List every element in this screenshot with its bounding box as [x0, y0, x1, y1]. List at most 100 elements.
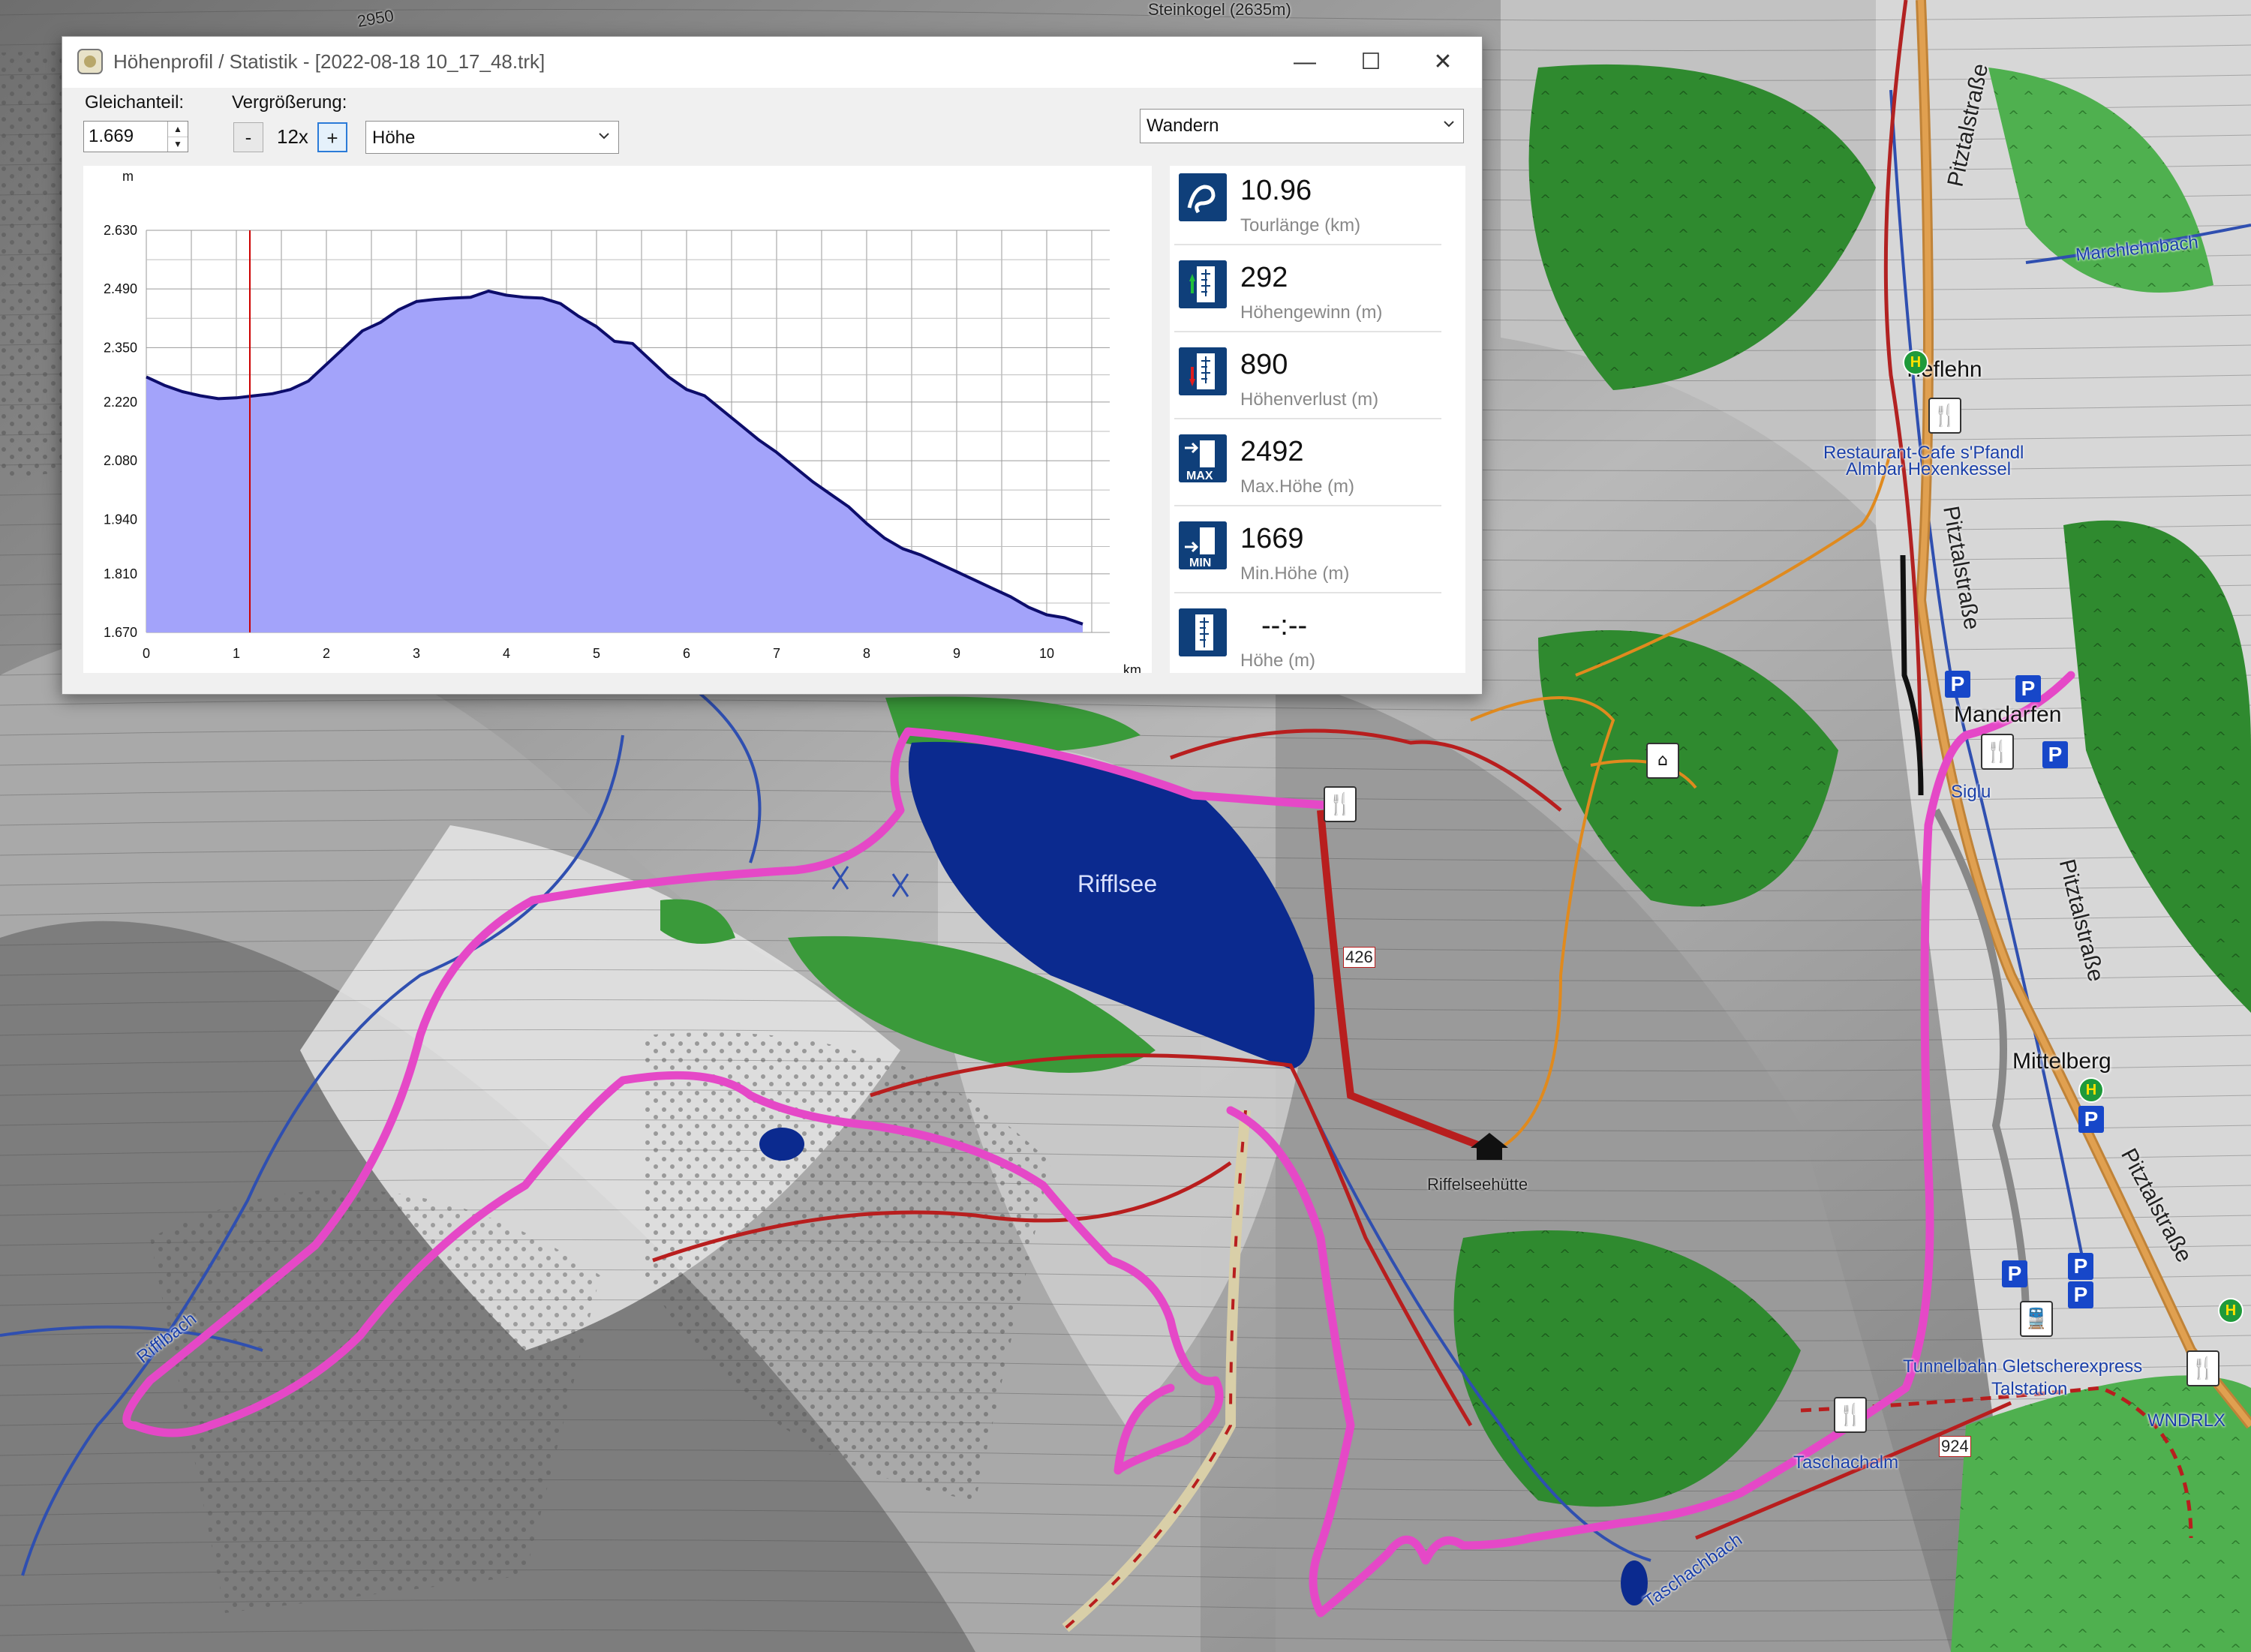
- peak-label-steinkogel: Steinkogel (2635m): [1148, 0, 1291, 19]
- minimize-button[interactable]: —: [1281, 44, 1329, 80]
- elevation-chart-svg[interactable]: m km 1.670 1.810 1.940 2.080 2.220 2.350 2.490…: [83, 166, 1152, 677]
- y-tick-label: 1.670: [104, 625, 137, 640]
- x-tick-label: 8: [863, 646, 870, 661]
- bus-stop-icon: H: [2078, 1077, 2104, 1103]
- y-tick-label: 1.940: [104, 512, 137, 527]
- spin-buttons: ▲ ▼: [167, 122, 188, 152]
- parking-icon: P: [2068, 1281, 2093, 1308]
- y-axis-label: m: [122, 169, 134, 184]
- chevron-down-icon: [599, 133, 609, 140]
- stat-card-elevation-loss: 890 Höhenverlust (m): [1174, 340, 1441, 419]
- poi-label-siglu: Siglu: [1951, 782, 1991, 802]
- y-tick-labels: 1.670 1.810 1.940 2.080 2.220 2.350 2.490 2.630: [104, 223, 137, 640]
- elevation-profile-window: Höhenprofil / Statistik - [2022-08-18 10…: [62, 36, 1483, 695]
- max-height-icon: MAX: [1179, 434, 1227, 482]
- restaurant-icon: 🍴: [1928, 398, 1961, 434]
- parking-icon: P: [2002, 1260, 2027, 1287]
- shelter-icon: ⌂: [1646, 743, 1679, 779]
- gleichanteil-spinbox[interactable]: 1.669 ▲ ▼: [83, 121, 188, 152]
- parking-icon: P: [1945, 671, 1970, 698]
- route-number-426: 426: [1343, 947, 1375, 968]
- chevron-down-icon: [1444, 121, 1454, 128]
- y-tick-label: 2.220: [104, 395, 137, 410]
- poi-label-almbar: Almbar Hexenkessel: [1846, 459, 2012, 479]
- y-tick-label: 2.350: [104, 340, 137, 355]
- spin-down-icon[interactable]: ▼: [168, 137, 188, 152]
- x-tick-label: 6: [683, 646, 690, 661]
- y-tick-label: 2.490: [104, 281, 137, 296]
- x-tick-label: 5: [593, 646, 600, 661]
- stat-value-height: --:--: [1261, 610, 1308, 641]
- restaurant-icon: 🍴: [1834, 1397, 1867, 1433]
- x-tick-label: 2: [323, 646, 330, 661]
- x-tick-label: 7: [773, 646, 780, 661]
- stat-value-elevation-gain: 292: [1240, 262, 1288, 293]
- stat-label-max-height: Max.Höhe (m): [1240, 476, 1355, 497]
- place-label-mittelberg: Mittelberg: [2012, 1049, 2111, 1074]
- stat-label-distance: Tourlänge (km): [1240, 215, 1361, 236]
- activity-select[interactable]: Wandern: [1140, 109, 1464, 143]
- stat-card-elevation-gain: 292 Höhengewinn (m): [1174, 253, 1441, 332]
- profile-type-value: Höhe: [372, 128, 416, 148]
- poi-label-wndrlx: WNDRLX: [2147, 1410, 2226, 1431]
- restaurant-icon: 🍴: [2186, 1350, 2219, 1386]
- restaurant-icon: 🍴: [1324, 786, 1357, 822]
- stat-label-elevation-gain: Höhengewinn (m): [1240, 302, 1383, 323]
- zoom-out-button[interactable]: -: [233, 122, 263, 152]
- height-icon: [1179, 608, 1227, 656]
- x-tick-label: 1: [233, 646, 240, 661]
- gleichanteil-value[interactable]: 1.669: [89, 126, 134, 147]
- parking-icon: P: [2078, 1106, 2104, 1133]
- stat-card-max-height: MAX 2492 Max.Höhe (m): [1174, 427, 1441, 506]
- route-number-924: 924: [1939, 1436, 1971, 1457]
- train-station-icon: 🚆: [2020, 1301, 2053, 1337]
- zoom-in-button[interactable]: +: [317, 122, 347, 152]
- stat-value-max-height: 2492: [1240, 436, 1304, 467]
- svg-text:MAX: MAX: [1186, 470, 1213, 482]
- poi-label-tunnelbahn: Tunnelbahn Gletscherexpress: [1903, 1356, 2143, 1377]
- distance-icon: [1179, 173, 1227, 221]
- spin-up-icon[interactable]: ▲: [168, 122, 188, 137]
- app-icon: [77, 49, 103, 74]
- poi-label-riffelseehuette: Riffelseehütte: [1427, 1175, 1528, 1194]
- stat-value-distance: 10.96: [1240, 175, 1312, 206]
- stat-label-elevation-loss: Höhenverlust (m): [1240, 389, 1379, 410]
- stat-label-min-height: Min.Höhe (m): [1240, 563, 1350, 584]
- activity-value: Wandern: [1147, 116, 1219, 136]
- bus-stop-icon: H: [1903, 350, 1928, 375]
- restaurant-icon: 🍴: [1981, 734, 2014, 770]
- maximize-button[interactable]: ☐: [1347, 44, 1395, 80]
- y-tick-label: 2.630: [104, 223, 137, 238]
- statistics-panel[interactable]: 10.96 Tourlänge (km) 292 Höhengewinn (m)…: [1170, 166, 1465, 673]
- stat-card-distance: 10.96 Tourlänge (km): [1174, 166, 1441, 245]
- vergroesserung-label: Vergrößerung:: [232, 92, 347, 113]
- x-tick-label: 10: [1039, 646, 1054, 661]
- x-tick-label: 3: [413, 646, 420, 661]
- zoom-level: 12x: [277, 125, 308, 148]
- stat-value-elevation-loss: 890: [1240, 349, 1288, 380]
- stat-card-min-height: MIN 1669 Min.Höhe (m): [1174, 514, 1441, 593]
- profile-type-select[interactable]: Höhe: [365, 121, 619, 154]
- window-title: Höhenprofil / Statistik - [2022-08-18 10…: [113, 50, 545, 73]
- parking-icon: P: [2042, 741, 2068, 768]
- stat-label-height: Höhe (m): [1240, 650, 1316, 671]
- lake-label-rifflsee: Rifflsee: [1077, 870, 1158, 897]
- bus-stop-icon: H: [2218, 1298, 2243, 1323]
- elevation-loss-icon: [1179, 347, 1227, 395]
- title-bar[interactable]: Höhenprofil / Statistik - [2022-08-18 10…: [62, 37, 1482, 88]
- min-height-icon: MIN: [1179, 521, 1227, 569]
- stat-value-min-height: 1669: [1240, 523, 1304, 554]
- poi-label-talstation: Talstation: [1991, 1379, 2068, 1399]
- gleichanteil-label: Gleichanteil:: [85, 92, 185, 113]
- stat-card-height: --:-- Höhe (m): [1174, 601, 1441, 673]
- place-label-mandarfen: Mandarfen: [1954, 702, 2062, 727]
- parking-icon: P: [2015, 675, 2041, 702]
- x-tick-label: 0: [143, 646, 150, 661]
- elevation-chart[interactable]: m km 1.670 1.810 1.940 2.080 2.220 2.350 2.490…: [83, 166, 1152, 677]
- close-button[interactable]: ✕: [1419, 44, 1467, 80]
- parking-icon: P: [2068, 1253, 2093, 1280]
- x-tick-label: 4: [503, 646, 510, 661]
- poi-label-taschachalm: Taschachalm: [1793, 1452, 1899, 1473]
- x-tick-label: 9: [953, 646, 960, 661]
- x-tick-labels: 0 1 2 3 4 5 6 7 8 9 10: [143, 646, 1054, 661]
